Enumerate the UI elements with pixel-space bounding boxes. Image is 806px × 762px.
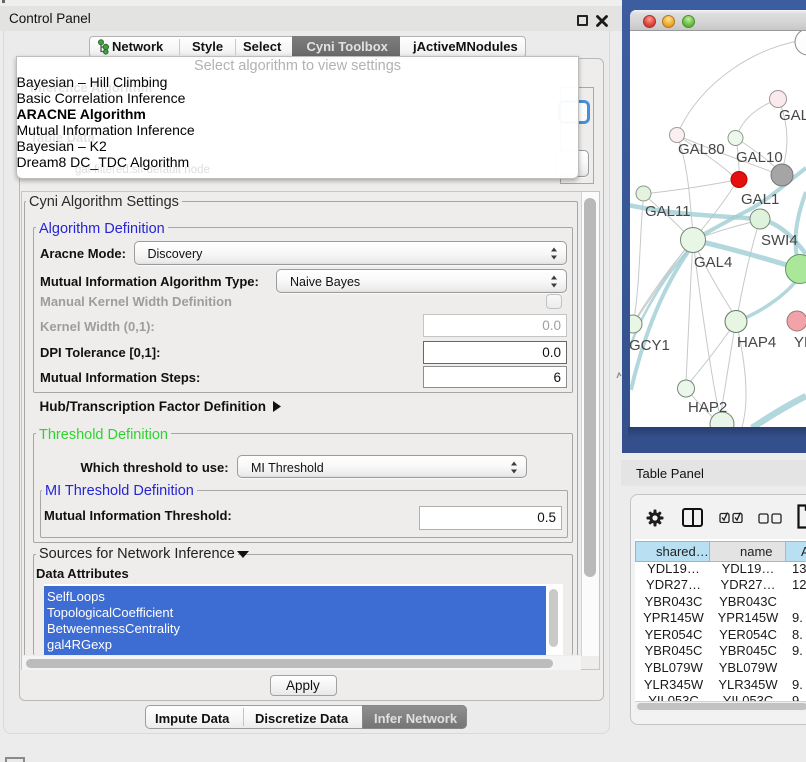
svg-text:HAP2: HAP2	[688, 399, 727, 416]
svg-text:GCY1: GCY1	[630, 337, 670, 354]
svg-text:GAL11: GAL11	[645, 203, 691, 220]
svg-text:GAL1: GAL1	[741, 191, 779, 208]
svg-text:GAL10: GAL10	[736, 149, 783, 166]
svg-text:YE: YE	[794, 334, 806, 351]
svg-text:HAP4: HAP4	[737, 334, 776, 351]
svg-text:SWI4: SWI4	[761, 232, 798, 249]
svg-text:GAL80: GAL80	[678, 141, 725, 158]
svg-text:GAL4: GAL4	[694, 254, 732, 271]
svg-text:GAL2: GAL2	[779, 107, 806, 124]
